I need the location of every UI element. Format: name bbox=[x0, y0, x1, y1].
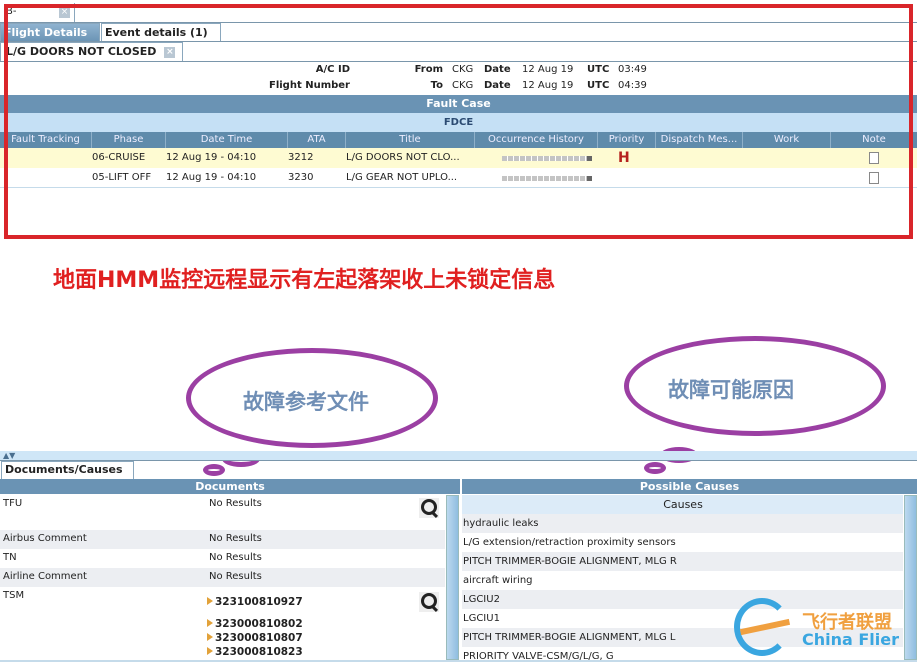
documents-header: Documents bbox=[0, 479, 460, 494]
doc-row-tfu: TFU No Results bbox=[0, 495, 445, 530]
cause-item[interactable]: hydraulic leaks bbox=[462, 514, 903, 533]
splitter-handle[interactable]: ▲▼ bbox=[0, 451, 917, 461]
causes-header: Possible Causes bbox=[462, 479, 917, 494]
doc-row-airbus: Airbus Comment No Results bbox=[0, 530, 445, 549]
annotation-text: 地面HMM监控远程显示有左起落架收上未锁定信息 bbox=[53, 268, 556, 293]
cloud-left-text: 故障参考文件 bbox=[243, 390, 369, 414]
tsm-link[interactable]: 323000810807 bbox=[207, 632, 303, 644]
doc-value: No Results bbox=[209, 552, 262, 563]
doc-name: Airline Comment bbox=[3, 571, 87, 582]
doc-value: No Results bbox=[209, 498, 262, 509]
doc-name: TN bbox=[3, 552, 17, 563]
watermark-logo: 飞行者联盟 China Flier bbox=[718, 598, 917, 667]
doc-name: Airbus Comment bbox=[3, 533, 87, 544]
watermark-en: China Flier bbox=[802, 630, 900, 649]
tsm-link[interactable]: 323000810823 bbox=[207, 646, 303, 658]
tsm-link[interactable]: 323000810802 bbox=[207, 618, 303, 630]
causes-column-header[interactable]: Causes bbox=[462, 495, 903, 514]
doc-value: No Results bbox=[209, 571, 262, 582]
cause-item[interactable]: aircraft wiring bbox=[462, 571, 903, 590]
doc-row-tn: TN No Results bbox=[0, 549, 445, 568]
cause-item[interactable]: PITCH TRIMMER-BOGIE ALIGNMENT, MLG R bbox=[462, 552, 903, 571]
highlight-box bbox=[4, 4, 913, 239]
documents-scrollbar[interactable] bbox=[446, 495, 459, 660]
doc-name: TSM bbox=[3, 590, 25, 601]
doc-name: TFU bbox=[3, 498, 23, 509]
doc-value: No Results bbox=[209, 533, 262, 544]
cause-item[interactable]: L/G extension/retraction proximity senso… bbox=[462, 533, 903, 552]
search-icon[interactable] bbox=[419, 498, 439, 518]
tsm-link[interactable]: 323100810927 bbox=[207, 596, 303, 608]
search-icon[interactable] bbox=[419, 592, 439, 612]
tab-documents-causes[interactable]: Documents/Causes bbox=[1, 461, 134, 479]
cloud-right-text: 故障可能原因 bbox=[668, 378, 794, 402]
cloud-bubble bbox=[644, 462, 666, 474]
doc-row-airline: Airline Comment No Results bbox=[0, 568, 445, 587]
cloud-bubble bbox=[203, 464, 225, 476]
